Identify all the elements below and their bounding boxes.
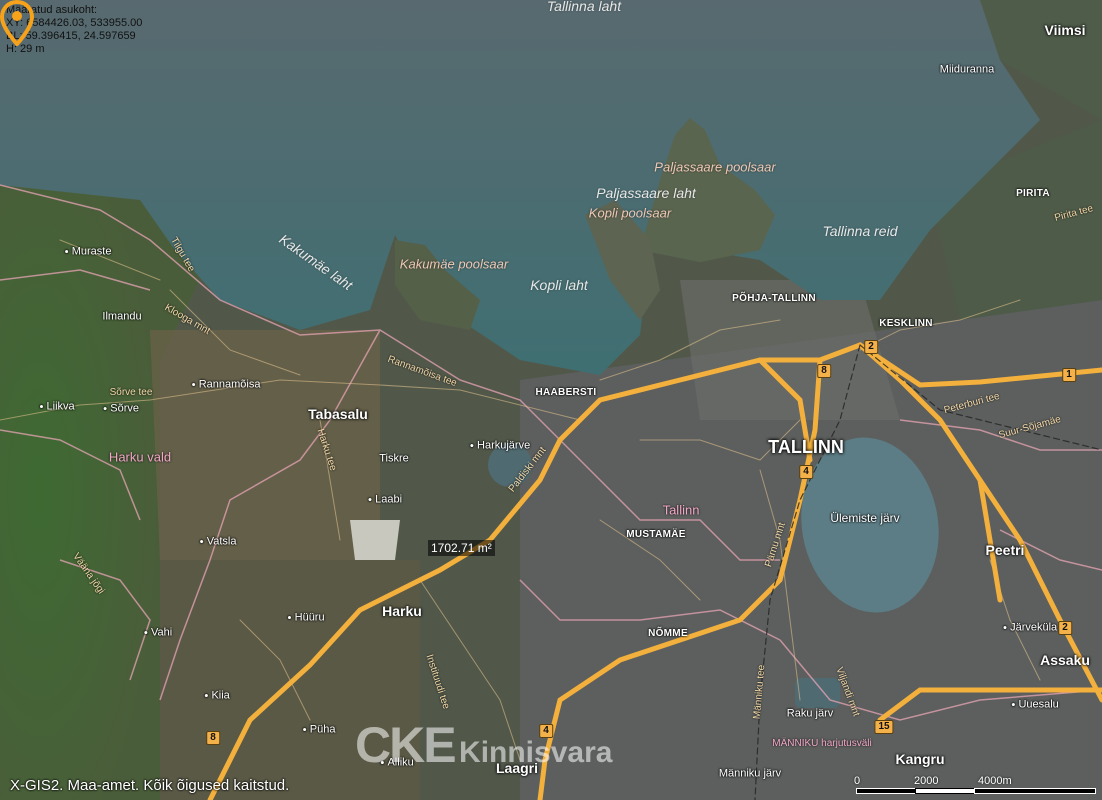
village-label: Muraste	[65, 246, 112, 258]
scale-segment-black	[856, 788, 916, 794]
copyright-notice: X-GIS2. Maa-amet. Kõik õigused kaitstud.	[10, 777, 290, 794]
village-label: Vahi	[144, 627, 172, 639]
village-label: Laabi	[368, 494, 402, 506]
village-label: Vatsla	[200, 536, 237, 548]
village-label: Hüüru	[287, 612, 325, 624]
village-label: Järveküla	[1003, 622, 1057, 634]
road-shield: 8	[206, 731, 220, 745]
district-label: MUSTAMÄE	[626, 529, 686, 540]
region-label: Tallinn	[662, 502, 700, 518]
district-label: PIRITA	[1016, 188, 1050, 199]
town-label: Viimsi	[1044, 22, 1086, 38]
map-view[interactable]: Määratud asukoht: XY: 6584426.03, 533955…	[0, 0, 1102, 800]
road-shield: 8	[817, 364, 831, 378]
village-label: Püha	[303, 724, 336, 736]
scale-label-zero: 0	[854, 775, 861, 787]
town-label: Harku	[382, 603, 422, 619]
peninsula-label: Paljassaare poolsaar	[654, 159, 776, 175]
water-label: Tallinna reid	[822, 223, 898, 239]
scale-segment-white	[915, 788, 975, 794]
district-label: PÕHJA-TALLINN	[732, 293, 816, 304]
scale-bar: 0 2000 4000m	[852, 772, 1102, 800]
watermark-logo: CKE	[355, 717, 457, 773]
district-label: HAABERSTI	[535, 387, 597, 398]
road-shield: 4	[799, 465, 813, 479]
watermark-text: Kinnisvara	[459, 736, 613, 769]
village-label: Harkujärve	[470, 440, 530, 452]
village-label: Tiskre	[379, 452, 409, 465]
scale-segment-black	[974, 788, 1096, 794]
district-label: KESKLINN	[879, 318, 933, 329]
roads	[0, 239, 1102, 800]
location-pin-icon[interactable]	[0, 0, 34, 46]
village-label: Uuesalu	[1011, 699, 1058, 711]
watermark: CKE Kinnisvara	[355, 716, 612, 774]
lake-label: Ülemiste järv	[830, 511, 900, 525]
road-shield: 1	[1062, 368, 1076, 382]
measured-area-label: 1702.71 m²	[428, 540, 495, 556]
scale-label-mid: 2000	[914, 775, 939, 787]
village-label: Miiduranna	[939, 63, 995, 76]
village-label: Sõrve	[103, 403, 139, 415]
village-label: Liikva	[39, 401, 75, 413]
village-label: MÄNNIKU harjutusväli	[772, 738, 872, 749]
peninsula-label: Kakumäe poolsaar	[399, 256, 509, 272]
water-label: Paljassaare laht	[596, 185, 696, 201]
town-label: Assaku	[1040, 652, 1090, 668]
town-label: Peetri	[985, 542, 1025, 558]
road-shield: 15	[874, 720, 894, 734]
water-label: Tallinna laht	[546, 0, 622, 14]
water-label: Kopli laht	[530, 277, 588, 293]
scale-label-end: 4000m	[978, 775, 1012, 787]
region-label: Harku vald	[108, 449, 172, 465]
town-label: Tabasalu	[308, 406, 368, 422]
district-label: NÕMME	[648, 628, 688, 639]
street-label: Sõrve tee	[109, 387, 153, 398]
village-label: Raku järv	[786, 707, 834, 720]
village-label: Rannamõisa	[192, 379, 261, 391]
village-label: Ilmandu	[102, 310, 142, 323]
peninsula-label: Kopli poolsaar	[588, 205, 672, 221]
road-shield: 2	[1058, 621, 1072, 635]
city-label: TALLINN	[768, 437, 844, 457]
town-label: Kangru	[895, 751, 945, 767]
road-shield: 2	[864, 340, 878, 354]
village-label: Kiia	[204, 690, 229, 702]
village-label: Männiku järv	[718, 767, 782, 780]
